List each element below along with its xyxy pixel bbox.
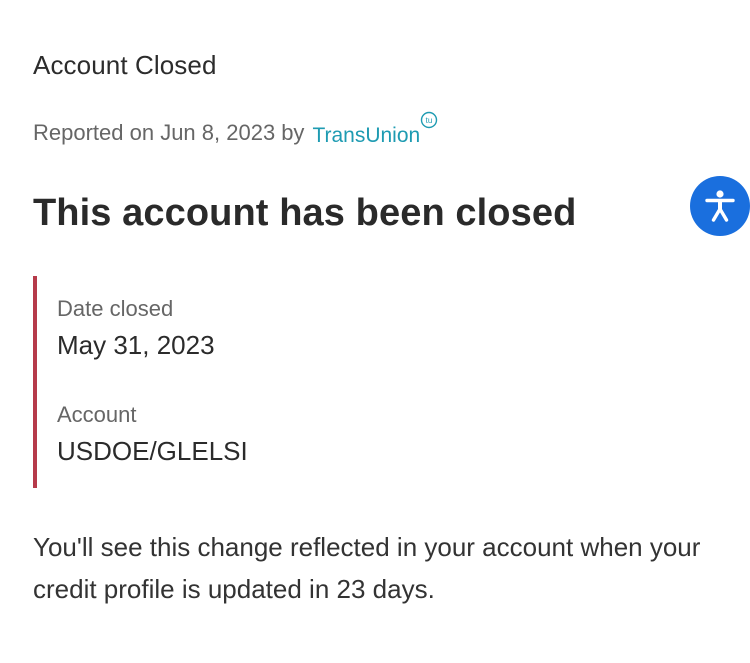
reported-date-text: Reported on Jun 8, 2023: [33, 120, 276, 145]
report-line: Reported on Jun 8, 2023 by TransUnion tu: [33, 111, 438, 147]
account-label: Account: [57, 402, 137, 427]
account-value: USDOE/GLELSI: [57, 436, 248, 466]
account-closed-panel: Account Closed Reported on Jun 8, 2023 b…: [33, 0, 723, 663]
transunion-logo: TransUnion tu: [312, 111, 438, 147]
date-closed-label: Date closed: [57, 296, 174, 321]
reported-by-text: by: [281, 120, 305, 145]
accessibility-icon: [705, 190, 735, 222]
transunion-logo-text: TransUnion: [312, 124, 421, 147]
closure-details-card: Date closed May 31, 2023 Account USDOE/G…: [33, 276, 433, 488]
accessibility-button[interactable]: [690, 176, 750, 236]
transunion-mark-icon: tu: [421, 111, 438, 129]
date-closed-value: May 31, 2023: [57, 330, 215, 360]
update-note: You'll see this change reflected in your…: [33, 532, 701, 604]
section-title: Account Closed: [33, 50, 217, 80]
svg-text:tu: tu: [426, 116, 433, 125]
page-title: This account has been closed: [33, 192, 577, 234]
